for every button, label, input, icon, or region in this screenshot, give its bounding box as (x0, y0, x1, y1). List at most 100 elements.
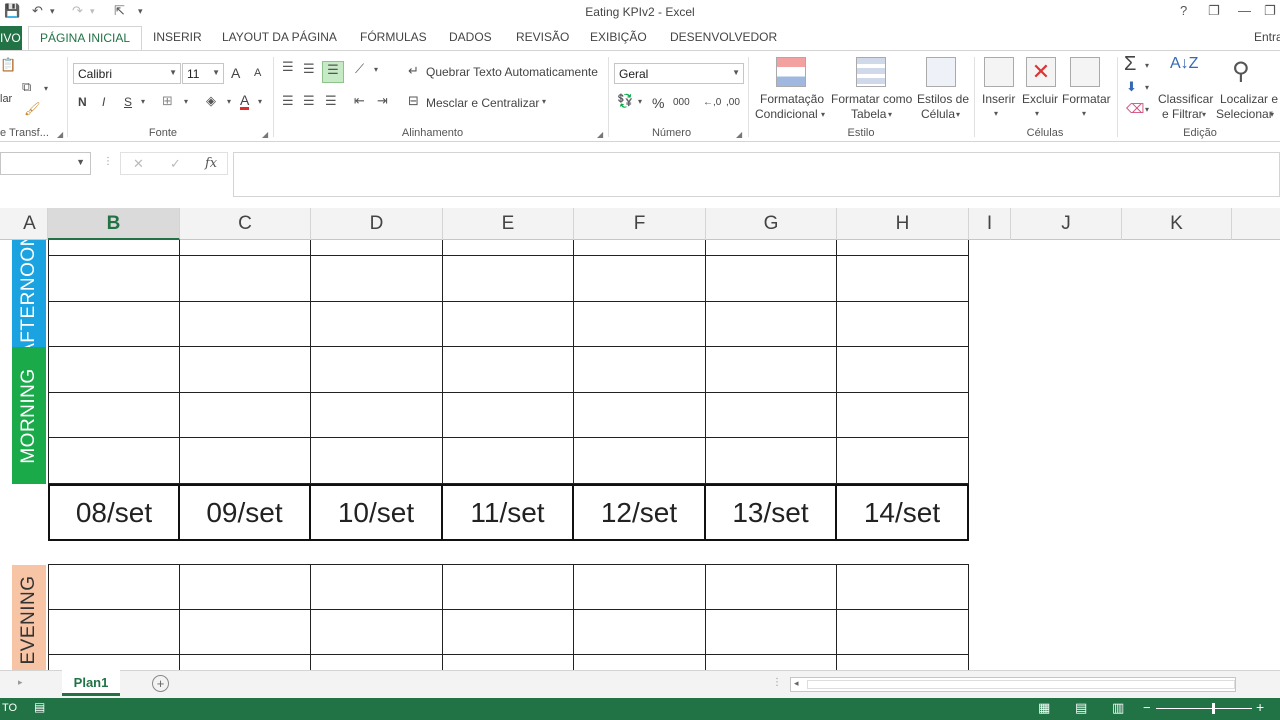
wrap-text-icon[interactable]: ↵ (408, 63, 419, 79)
bold-button[interactable]: N (78, 95, 87, 109)
table-cell[interactable] (48, 347, 180, 393)
cell-styles-label-2[interactable]: Célula (921, 107, 955, 121)
chevron-down-icon[interactable]: ▾ (1202, 110, 1206, 119)
tab-data[interactable]: DADOS (449, 30, 492, 44)
table-cell[interactable] (443, 438, 574, 484)
tab-insert[interactable]: INSERIR (153, 30, 202, 44)
align-bottom-icon[interactable]: ☰ (322, 61, 344, 83)
account-signin[interactable]: Entra (1254, 30, 1280, 44)
table-cell[interactable] (706, 393, 837, 438)
table-cell[interactable] (574, 564, 706, 610)
fill-dropdown-icon[interactable]: ▾ (1145, 83, 1149, 92)
decrease-decimal-button[interactable]: ,00 (726, 97, 740, 108)
formula-input[interactable] (233, 152, 1280, 197)
table-cell[interactable] (311, 302, 443, 347)
sort-filter-label-2[interactable]: e Filtrar (1162, 107, 1203, 121)
copy-dropdown-icon[interactable]: ▾ (44, 84, 48, 93)
align-right-icon[interactable]: ☰ (325, 93, 337, 109)
merge-center-button[interactable]: Mesclar e Centralizar (426, 96, 539, 110)
format-as-table-label-2[interactable]: Tabela (851, 107, 886, 121)
date-cell[interactable]: 10/set (311, 484, 443, 541)
date-cell[interactable]: 11/set (443, 484, 574, 541)
tab-split-handle-icon[interactable]: ⋮ (772, 677, 782, 688)
delete-cells-button[interactable]: Excluir (1022, 92, 1058, 106)
conditional-formatting-label[interactable]: Formatação (760, 92, 824, 106)
find-select-label[interactable]: Localizar e (1220, 92, 1278, 106)
table-cell[interactable] (180, 564, 311, 610)
chevron-down-icon[interactable]: ▾ (1035, 109, 1039, 118)
align-center-icon[interactable]: ☰ (303, 93, 315, 109)
autosum-dropdown-icon[interactable]: ▾ (1145, 61, 1149, 70)
font-launcher-icon[interactable]: ◢ (262, 130, 268, 139)
table-cell[interactable] (311, 610, 443, 655)
align-left-icon[interactable]: ☰ (282, 93, 294, 109)
table-cell[interactable] (706, 438, 837, 484)
clear-dropdown-icon[interactable]: ▾ (1145, 105, 1149, 114)
table-cell[interactable] (443, 610, 574, 655)
tab-home[interactable]: PÁGINA INICIAL (28, 26, 143, 51)
underline-dropdown-icon[interactable]: ▾ (141, 97, 145, 106)
conditional-formatting-label-2[interactable]: Condicional (755, 107, 818, 121)
fill-color-icon[interactable]: ◈ (206, 93, 216, 109)
binoculars-icon[interactable]: ⚲ (1232, 57, 1250, 86)
table-cell[interactable] (574, 302, 706, 347)
table-cell[interactable] (48, 256, 180, 302)
accounting-format-icon[interactable]: 💱 (617, 93, 633, 109)
borders-dropdown-icon[interactable]: ▾ (184, 97, 188, 106)
tab-formulas[interactable]: FÓRMULAS (360, 30, 427, 44)
table-cell[interactable] (837, 564, 969, 610)
table-cell[interactable] (180, 610, 311, 655)
merge-center-icon[interactable]: ⊟ (408, 93, 419, 109)
help-button[interactable]: ? (1180, 3, 1187, 18)
scroll-left-icon[interactable]: ◂ (794, 678, 799, 689)
worksheet-grid[interactable]: AFTERNOON MORNING EVENING 08/set 09/set 10… (0, 240, 1280, 670)
column-header-h[interactable]: H (837, 208, 969, 240)
table-cell[interactable] (574, 347, 706, 393)
table-cell[interactable] (180, 393, 311, 438)
name-box[interactable]: ▼ (0, 152, 91, 175)
find-select-label-2[interactable]: Selecionar (1216, 107, 1273, 121)
format-painter-icon[interactable]: 🖌 (24, 101, 41, 117)
paste-icon[interactable]: 📋 (0, 57, 16, 73)
table-cell[interactable] (48, 438, 180, 484)
increase-decimal-button[interactable]: ←,0 (703, 97, 721, 108)
chevron-down-icon[interactable]: ▾ (994, 109, 998, 118)
table-cell[interactable] (574, 256, 706, 302)
table-cell[interactable] (180, 240, 311, 256)
cell-styles-icon[interactable] (926, 57, 956, 87)
zoom-out-icon[interactable]: − (1143, 700, 1151, 715)
date-cell[interactable]: 08/set (48, 484, 180, 541)
chevron-down-icon[interactable]: ▾ (821, 110, 825, 119)
afternoon-band[interactable]: AFTERNOON (12, 240, 46, 355)
table-cell[interactable] (311, 438, 443, 484)
tab-page-layout[interactable]: LAYOUT DA PÁGINA (222, 30, 337, 44)
delete-cells-icon[interactable]: ✕ (1026, 57, 1056, 87)
column-header-k[interactable]: K (1122, 208, 1232, 240)
column-header-j[interactable]: J (1011, 208, 1122, 240)
morning-band[interactable]: MORNING (12, 347, 46, 484)
scroll-sheets-left-icon[interactable]: ▸ (18, 677, 23, 688)
font-color-button[interactable]: A (240, 93, 250, 110)
zoom-in-icon[interactable]: + (1256, 699, 1264, 715)
date-cell[interactable]: 12/set (574, 484, 706, 541)
table-cell[interactable] (311, 655, 443, 670)
table-cell[interactable] (311, 256, 443, 302)
alignment-launcher-icon[interactable]: ◢ (597, 130, 603, 139)
resize-handle-icon[interactable]: ⋮ (103, 156, 113, 167)
table-cell[interactable] (574, 240, 706, 256)
table-cell[interactable] (48, 393, 180, 438)
table-cell[interactable] (706, 610, 837, 655)
table-cell[interactable] (311, 564, 443, 610)
table-cell[interactable] (180, 347, 311, 393)
tab-review[interactable]: REVISÃO (516, 30, 569, 44)
date-cell[interactable]: 13/set (706, 484, 837, 541)
table-cell[interactable] (837, 302, 969, 347)
table-cell[interactable] (574, 438, 706, 484)
underline-button[interactable]: S (124, 95, 132, 109)
table-cell[interactable] (443, 655, 574, 670)
table-cell[interactable] (311, 347, 443, 393)
align-middle-icon[interactable]: ☰ (303, 61, 315, 77)
page-break-view-icon[interactable]: ▥ (1112, 700, 1124, 716)
table-cell[interactable] (180, 655, 311, 670)
sort-filter-label[interactable]: Classificar (1158, 92, 1213, 106)
